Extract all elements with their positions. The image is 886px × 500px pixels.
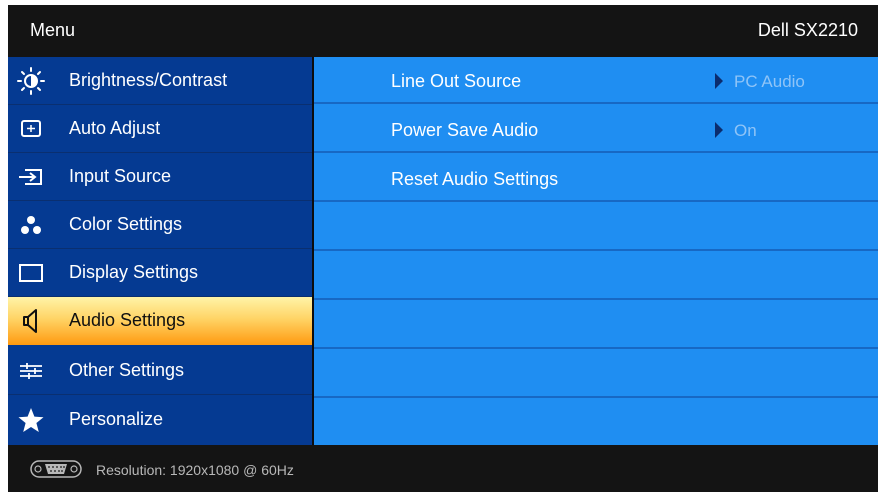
- row-divider: [314, 396, 878, 398]
- menu-item-display-settings[interactable]: Display Settings: [8, 249, 312, 297]
- input-source-icon: [16, 163, 46, 191]
- play-arrow-icon: [715, 122, 723, 138]
- submenu-label: Reset Audio Settings: [391, 169, 559, 189]
- star-icon: [16, 406, 46, 434]
- menu-divider: [8, 394, 312, 395]
- title-bar: Menu Dell SX2210: [8, 5, 878, 57]
- submenu-row-power-save-audio[interactable]: Power Save Audio On: [314, 106, 878, 153]
- submenu-row-reset-audio-settings[interactable]: Reset Audio Settings: [314, 155, 878, 202]
- speaker-icon: [16, 307, 46, 335]
- menu-item-label: Brightness/Contrast: [69, 70, 228, 90]
- submenu-row-empty: [314, 204, 878, 251]
- menu-item-audio-settings[interactable]: Audio Settings: [8, 297, 312, 345]
- menu-item-brightness-contrast[interactable]: Brightness/Contrast: [8, 57, 312, 105]
- menu-item-label: Display Settings: [69, 262, 199, 282]
- brightness-icon: [16, 67, 46, 95]
- status-bar: Resolution: 1920x1080 @ 60Hz: [8, 445, 878, 492]
- main-menu: Brightness/Contrast Auto Adjust Input So…: [8, 57, 312, 445]
- menu-item-auto-adjust[interactable]: Auto Adjust: [8, 105, 312, 153]
- play-arrow-icon: [715, 73, 723, 89]
- sliders-icon: [16, 357, 46, 385]
- submenu-label: Line Out Source: [391, 71, 522, 91]
- menu-item-personalize[interactable]: Personalize: [8, 396, 312, 444]
- osd-menu: Menu Dell SX2210 Brightness/Contrast Aut…: [8, 5, 878, 492]
- row-divider: [314, 347, 878, 349]
- menu-item-label: Input Source: [69, 166, 172, 186]
- submenu-label: Power Save Audio: [391, 120, 539, 140]
- menu-item-label: Auto Adjust: [69, 118, 161, 138]
- submenu-value: PC Audio: [734, 72, 805, 91]
- menu-item-input-source[interactable]: Input Source: [8, 153, 312, 201]
- row-divider: [314, 298, 878, 300]
- color-settings-icon: [16, 211, 46, 239]
- submenu-row-empty: [314, 253, 878, 300]
- vga-connector-icon: [30, 458, 82, 485]
- auto-adjust-icon: [16, 115, 46, 143]
- menu-item-other-settings[interactable]: Other Settings: [8, 347, 312, 395]
- row-divider: [314, 151, 878, 153]
- menu-title: Menu: [30, 20, 76, 40]
- menu-item-label: Other Settings: [69, 360, 185, 380]
- menu-item-color-settings[interactable]: Color Settings: [8, 201, 312, 249]
- row-divider: [314, 249, 878, 251]
- menu-item-label: Audio Settings: [69, 310, 186, 330]
- display-settings-icon: [16, 259, 46, 287]
- submenu-row-empty: [314, 351, 878, 398]
- submenu-value: On: [734, 121, 757, 140]
- menu-item-label: Personalize: [69, 409, 164, 429]
- menu-item-label: Color Settings: [69, 214, 183, 234]
- submenu-row-line-out-source[interactable]: Line Out Source PC Audio: [314, 57, 878, 104]
- monitor-model: Dell SX2210: [757, 20, 858, 40]
- resolution-text: Resolution: 1920x1080 @ 60Hz: [96, 462, 294, 478]
- row-divider: [314, 200, 878, 202]
- submenu-row-empty: [314, 302, 878, 349]
- submenu-panel: Line Out Source PC Audio Power Save Audi…: [314, 57, 878, 445]
- row-divider: [314, 102, 878, 104]
